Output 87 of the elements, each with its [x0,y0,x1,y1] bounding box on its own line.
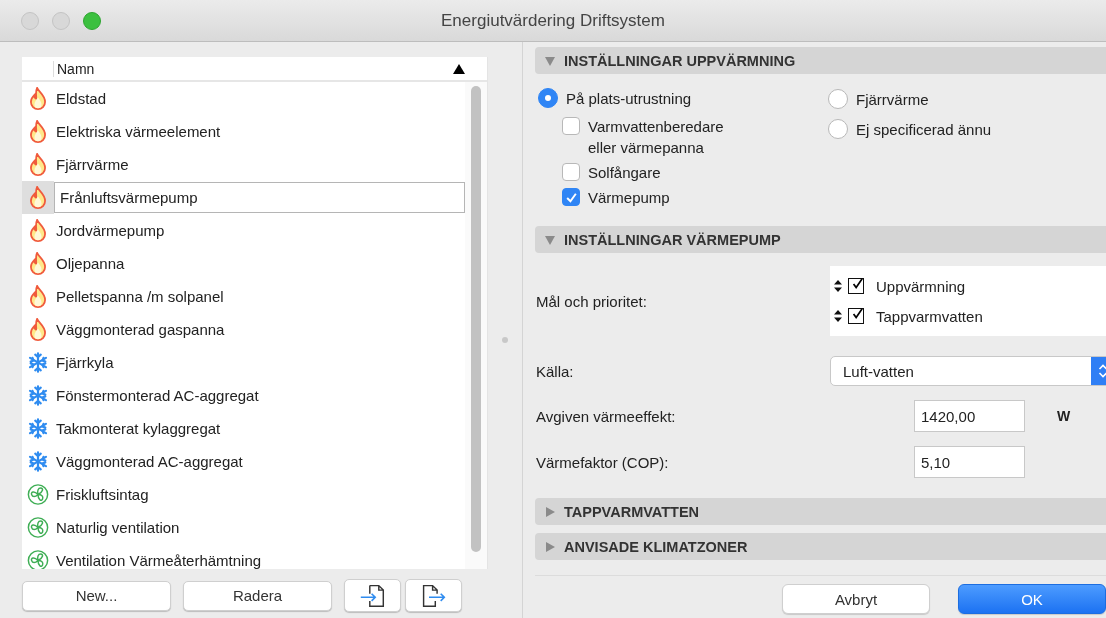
scrollbar-thumb[interactable] [471,86,481,552]
field-label: Mål och prioritet: [536,292,648,310]
list-item[interactable]: Naturlig ventilation [54,519,180,536]
export-icon [420,582,447,609]
checkbox-label: Varmvattenberedare eller värmepanna [588,117,725,158]
checkbox[interactable] [848,278,864,294]
cancel-button[interactable]: Avbryt [782,584,930,614]
radio-button[interactable] [828,89,848,109]
input-field[interactable]: 1420,00 [914,400,1025,432]
list-item[interactable]: Friskluftsintag [54,486,149,503]
fan-icon [27,483,49,506]
section-header[interactable]: INSTÄLLNINGAR UPPVÄRMNING [535,47,1106,74]
list-item[interactable]: Väggmonterad AC-aggregat [54,453,243,470]
radio-label: Ej specificerad ännu [856,119,992,140]
unit-label: W [1057,408,1071,424]
source-dropdown[interactable]: Luft-vatten [830,356,1106,386]
radio-button[interactable] [538,88,558,108]
list-item[interactable]: Oljepanna [54,255,125,272]
flame-icon [27,318,49,341]
flame-icon [27,252,49,275]
field-label: Avgiven värmeeffekt: [536,407,677,425]
chevron-icon [1098,363,1106,379]
window-title: Energiutvärdering Driftsystem [441,10,665,31]
snowflake-icon [27,384,49,407]
disclosure-icon[interactable] [545,506,555,517]
flame-icon [27,153,49,176]
checkbox[interactable] [562,117,580,135]
checkbox[interactable] [562,163,580,181]
checkbox-label: Tappvarmvatten [876,306,983,327]
disclosure-icon[interactable] [545,541,555,552]
section-title: INSTÄLLNINGAR UPPVÄRMNING [564,52,796,69]
section-title: INSTÄLLNINGAR VÄRMEPUMP [564,231,781,248]
flame-icon [27,186,49,209]
field-label: Källa: [536,362,575,380]
radio-label: Fjärrvärme [856,89,929,110]
column-header[interactable]: Namn [22,57,487,82]
minimize-button[interactable] [52,11,70,30]
disclosure-icon[interactable] [545,234,555,245]
ok-button[interactable]: OK [958,584,1106,614]
section-title: TAPPVARMVATTEN [564,503,700,520]
fan-icon [27,516,49,539]
list-item[interactable]: Takmonterat kylaggregat [54,420,221,437]
sort-icon[interactable] [453,63,465,74]
list-item[interactable]: Fjärrvärme [54,156,129,173]
reorder-icon[interactable] [834,280,842,292]
list-item[interactable]: Ventilation Värmeåterhämtning [54,552,262,569]
import-button[interactable] [344,579,401,612]
import-icon [359,582,386,609]
flame-icon [27,219,49,242]
checkbox[interactable] [562,188,580,206]
section-header[interactable]: ANVISADE KLIMATZONER [535,533,1106,560]
list-item[interactable]: Frånluftsvärmepump [54,182,465,213]
fan-icon [27,549,49,569]
zoom-button[interactable] [83,11,101,30]
close-button[interactable] [21,11,39,30]
checkbox[interactable] [848,308,864,324]
flame-icon [27,285,49,308]
field-label: Värmefaktor (COP): [536,453,670,471]
list-item[interactable]: Fönstermonterad AC-aggregat [54,387,259,404]
disclosure-icon[interactable] [545,55,555,66]
radio-label: På plats-utrustning [566,88,692,109]
snowflake-icon [27,351,49,374]
list-button[interactable]: Radera [183,580,332,611]
flame-icon [27,87,49,110]
input-field[interactable]: 5,10 [914,446,1025,478]
splitter-handle[interactable] [502,337,508,343]
radio-button[interactable] [828,119,848,139]
list-item[interactable]: Fjärrkyla [54,354,114,371]
list-item[interactable]: Elektriska värmeelement [54,123,221,140]
checkmark-icon [564,190,578,204]
column-title: Namn [53,60,453,77]
section-header[interactable]: INSTÄLLNINGAR VÄRMEPUMP [535,226,1106,253]
snowflake-icon [27,417,49,440]
list-item[interactable]: Eldstad [54,90,107,107]
list-item[interactable]: Väggmonterad gaspanna [54,321,225,338]
list-button[interactable]: New... [22,580,171,611]
reorder-icon[interactable] [834,310,842,322]
flame-icon [27,120,49,143]
checkbox-label: Uppvärmning [876,276,966,297]
snowflake-icon [27,450,49,473]
checkbox-label: Värmepump [588,188,671,208]
section-title: ANVISADE KLIMATZONER [564,538,748,555]
list-item[interactable]: Pelletspanna /m solpanel [54,288,224,305]
checkbox-label: Solfångare [588,163,662,183]
export-button[interactable] [405,579,462,612]
section-header[interactable]: TAPPVARMVATTEN [535,498,1106,525]
list-item[interactable]: Jordvärmepump [54,222,165,239]
